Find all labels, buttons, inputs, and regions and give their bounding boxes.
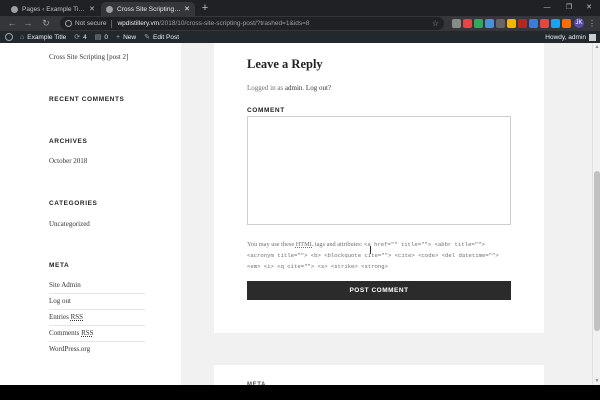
forward-button[interactable]: →	[22, 18, 34, 29]
meta-link-site-admin[interactable]: Site Admin	[49, 281, 81, 289]
allowed-prefix: You may use these	[247, 241, 296, 248]
minimize-button[interactable]: —	[538, 2, 556, 14]
reply-title: Leave a Reply	[247, 57, 323, 71]
rss-abbr: RSS	[70, 313, 84, 321]
category-link-uncategorized[interactable]: Uncategorized	[49, 220, 90, 228]
archives-heading: ARCHIVES	[49, 138, 88, 145]
comment-label: COMMENT	[247, 107, 285, 114]
comments-prefix: Comments	[49, 329, 82, 337]
address-bar[interactable]: Not secure wpdistillery.vm /2018/10/cros…	[60, 17, 444, 30]
text-cursor-icon	[370, 246, 374, 254]
categories-heading: CATEGORIES	[49, 200, 98, 207]
close-icon[interactable]: ✕	[184, 5, 190, 13]
logged-in-as: Logged in as admin. Log out?	[247, 84, 331, 92]
ext-icon-1[interactable]	[452, 19, 461, 28]
divider	[49, 309, 145, 310]
new-label: New	[123, 33, 137, 41]
wordpress-logo-icon[interactable]	[3, 31, 15, 43]
comment-form-card: Leave a Reply Logged in as admin. Log ou…	[214, 43, 544, 333]
allowed-middle: tags and attributes:	[313, 241, 365, 248]
plus-icon: +	[116, 33, 121, 41]
admin-bar-account[interactable]: Howdy, admin	[545, 31, 596, 43]
pencil-icon: ✎	[144, 34, 150, 41]
ext-icon-6[interactable]	[507, 19, 516, 28]
ext-icon-9[interactable]	[540, 19, 549, 28]
ext-icon-2[interactable]	[463, 19, 472, 28]
divider	[49, 341, 145, 342]
close-window-button[interactable]: ✕	[580, 2, 598, 14]
divider	[49, 325, 145, 326]
updates-count: 4	[83, 33, 87, 41]
back-button[interactable]: ←	[6, 18, 18, 29]
ext-icon-4[interactable]	[485, 19, 494, 28]
updates-icon: ⟳	[74, 34, 81, 41]
recent-post-link[interactable]: Cross Site Scripting [post 2]	[49, 53, 128, 61]
edit-label: Edit Post	[153, 33, 180, 41]
wp-admin-bar: ⌂ Example Title ⟳ 4 ▤ 0 + New ✎ Edit Pos…	[0, 31, 600, 43]
ext-icon-8[interactable]	[529, 19, 538, 28]
ext-icon-3[interactable]	[474, 19, 483, 28]
url-path: /2018/10/cross-site-scripting-post/?tras…	[159, 20, 310, 27]
home-icon: ⌂	[20, 33, 25, 41]
info-icon[interactable]	[65, 20, 72, 27]
tab-pages[interactable]: Pages ‹ Example Title — WordPress ✕	[6, 2, 100, 16]
meta-link-log-out[interactable]: Log out	[49, 297, 71, 305]
star-icon[interactable]: ☆	[432, 19, 439, 28]
meta-link-entries-rss[interactable]: Entries RSS	[49, 313, 83, 321]
ext-icon-5[interactable]	[496, 19, 505, 28]
scrollbar[interactable]: ▲ ▼	[592, 43, 600, 385]
globe-favicon-icon	[106, 5, 113, 13]
tab-title: Cross Site Scripting [post 2] | Example …	[117, 5, 182, 13]
close-icon[interactable]: ✕	[89, 5, 95, 13]
tab-title: Pages ‹ Example Title — WordPress	[22, 5, 86, 13]
profile-link[interactable]: admin	[285, 84, 303, 92]
admin-bar-comments[interactable]: ▤ 0	[94, 33, 109, 42]
scroll-up-icon[interactable]: ▲	[593, 43, 600, 51]
url-domain: wpdistillery.vm	[117, 20, 160, 27]
profile-avatar[interactable]: JK	[574, 18, 584, 28]
omnibox-divider	[111, 19, 113, 28]
browser-toolbar: ← → ↻ Not secure wpdistillery.vm /2018/1…	[0, 16, 600, 31]
admin-bar-edit-post[interactable]: ✎ Edit Post	[144, 33, 180, 42]
html-abbr: HTML	[295, 241, 314, 248]
ext-icon-10[interactable]	[551, 19, 560, 28]
tab-cross-site-scripting[interactable]: Cross Site Scripting [post 2] | Example …	[101, 2, 195, 16]
security-label: Not secure	[75, 20, 107, 27]
reload-button[interactable]: ↻	[40, 18, 52, 29]
scrollbar-thumb[interactable]	[594, 171, 600, 331]
allowed-tags-note: You may use these HTML tags and attribut…	[247, 239, 515, 272]
divider	[49, 293, 145, 294]
admin-bar-updates[interactable]: ⟳ 4	[74, 33, 87, 42]
ext-icon-11[interactable]	[562, 19, 571, 28]
ext-icon-7[interactable]	[518, 19, 527, 28]
avatar	[589, 33, 596, 41]
logged-prefix: Logged in as	[247, 84, 285, 92]
comments-count: 0	[104, 33, 109, 41]
meta-heading: META	[49, 262, 70, 269]
recent-comments-heading: RECENT COMMENTS	[49, 96, 125, 103]
maximize-button[interactable]: ❐	[560, 2, 578, 14]
meta-link-comments-rss[interactable]: Comments RSS	[49, 329, 94, 337]
archive-link-october-2018[interactable]: October 2018	[49, 157, 87, 165]
wordpress-favicon-icon	[11, 5, 18, 13]
post-comment-button[interactable]: POST COMMENT	[247, 281, 511, 300]
logout-link[interactable]: Log out?	[306, 84, 331, 92]
comment-icon: ▤	[94, 34, 102, 41]
comment-textarea[interactable]	[247, 116, 511, 225]
scroll-down-icon[interactable]: ▼	[593, 377, 600, 385]
site-title: Example Title	[27, 33, 67, 41]
menu-icon[interactable]: ⋮	[588, 18, 596, 29]
meta-link-wordpress-org[interactable]: WordPress.org	[49, 345, 90, 353]
admin-bar-site[interactable]: ⌂ Example Title	[20, 34, 66, 41]
sidebar: Cross Site Scripting [post 2] RECENT COM…	[0, 43, 181, 385]
rss-abbr: RSS	[81, 329, 94, 337]
entries-prefix: Entries	[49, 313, 71, 321]
admin-bar-new[interactable]: + New	[116, 34, 136, 41]
taskbar	[0, 385, 600, 400]
browser-tab-strip: Pages ‹ Example Title — WordPress ✕ Cros…	[0, 0, 600, 16]
howdy-text: Howdy, admin	[545, 33, 586, 41]
new-tab-button[interactable]: +	[199, 2, 211, 14]
main-content: Leave a Reply Logged in as admin. Log ou…	[181, 43, 592, 395]
